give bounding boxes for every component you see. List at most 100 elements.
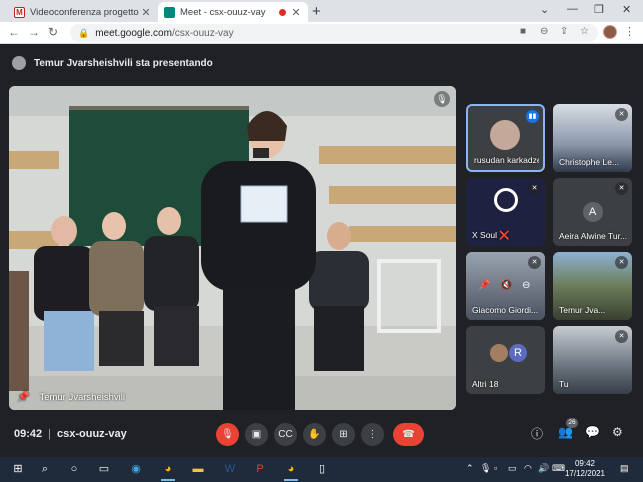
taskbar-clock[interactable]: 09:42 17/12/2021 — [562, 459, 608, 479]
muted-mic-icon: ✕ — [615, 108, 628, 121]
participant-name: Giacomo Giordi... — [472, 305, 539, 315]
classroom-video-frame — [9, 86, 456, 410]
close-tab-icon[interactable]: ✕ — [290, 6, 302, 19]
speaking-indicator-icon: ▮▮ — [526, 110, 539, 123]
participants-overflow-tile[interactable]: R Altri 18 — [466, 326, 545, 394]
meeting-time: 09:42 — [14, 428, 43, 440]
remove-icon[interactable]: ⊖ — [522, 280, 530, 291]
tab-videoconferenza[interactable]: M Videoconferenza progetto interc ✕ — [8, 2, 158, 22]
participant-name: Tu — [559, 379, 569, 389]
tray-expand-icon[interactable]: ⌃ — [466, 463, 474, 474]
self-tile[interactable]: ✕ Tu — [553, 326, 632, 394]
participant-tile[interactable]: ✕ X Soul ❌ — [466, 178, 545, 246]
search-icon[interactable]: ⌕ — [37, 461, 53, 477]
meeting-info: 09:42 | csx-ouuz-vay — [14, 428, 127, 440]
muted-mic-icon: ✕ — [528, 182, 541, 195]
cortana-icon[interactable]: ○ — [66, 461, 82, 477]
mic-off-icon: 🎙 — [221, 429, 234, 440]
camera-toggle-button[interactable]: ▣ — [245, 423, 268, 446]
clock-time: 09:42 — [574, 459, 596, 468]
participant-tile[interactable]: ✕ Christophe Le... — [553, 104, 632, 172]
presenter-avatar — [12, 56, 26, 70]
task-view-icon[interactable]: ▭ — [96, 461, 112, 477]
captions-button[interactable]: CC — [274, 423, 297, 446]
restore-icon[interactable]: ❐ — [594, 3, 604, 16]
minimize-icon[interactable]: — — [567, 3, 578, 15]
chrome-icon[interactable]: ◕ — [160, 461, 176, 481]
more-vert-icon: ⋮ — [367, 429, 378, 440]
activities-icon[interactable]: ⚙ — [612, 425, 623, 439]
participant-tile[interactable]: ✕ A Aeira Alwine Tur... — [553, 178, 632, 246]
meet-favicon-icon — [164, 6, 175, 18]
pin-icon[interactable]: 📌 — [17, 392, 29, 403]
captions-icon: CC — [278, 429, 293, 440]
edge-icon[interactable]: ◉ — [128, 461, 144, 477]
volume-icon[interactable]: 🔊 — [538, 463, 549, 474]
browser-tab-strip: M Videoconferenza progetto interc ✕ Meet… — [0, 0, 643, 22]
main-video[interactable]: 🎙 📌 Temur Jvarsheishvili — [9, 86, 456, 410]
leave-call-button[interactable]: ☎ — [393, 423, 424, 446]
notification-icon[interactable]: ▤ — [620, 463, 629, 474]
more-options-button[interactable]: ⋮ — [361, 423, 384, 446]
camera-permission-icon[interactable]: ■ — [520, 26, 526, 37]
tab-meet[interactable]: Meet - csx-ouuz-vay ✕ — [158, 2, 308, 22]
forward-icon[interactable]: → — [28, 25, 40, 39]
mute-icon[interactable]: 🔇 — [500, 280, 512, 291]
wifi-icon[interactable]: ◠ — [524, 463, 532, 474]
recording-indicator-icon — [279, 8, 286, 16]
new-tab-button[interactable]: + — [312, 3, 321, 20]
presenting-banner: Temur Jvarsheishvili sta presentando — [12, 56, 213, 70]
battery-icon[interactable]: ▭ — [508, 463, 517, 474]
tab-search-icon[interactable]: ⌄ — [540, 3, 549, 16]
zoom-icon[interactable]: ⊖ — [540, 26, 548, 37]
meeting-details-icon[interactable]: ⓘ — [531, 425, 543, 442]
avatar — [490, 344, 508, 362]
chat-icon[interactable]: 💬 — [585, 425, 600, 439]
share-icon[interactable]: ⇪ — [560, 26, 568, 37]
chrome-window-icon[interactable]: ◕ — [283, 461, 299, 481]
participant-name: Temur Jva... — [559, 305, 606, 315]
windows-start-icon[interactable]: ⊞ — [10, 461, 26, 477]
muted-mic-icon: ✕ — [615, 256, 628, 269]
obs-logo-icon — [494, 188, 518, 212]
avatar: R — [509, 344, 527, 362]
muted-mic-icon: 🎙 — [434, 91, 450, 107]
participants-count-badge: 26 — [566, 418, 578, 428]
present-icon: ⊞ — [339, 429, 348, 440]
bookmark-star-icon[interactable]: ☆ — [580, 26, 589, 37]
tray-app-icon[interactable]: ▫ — [494, 463, 497, 473]
mic-toggle-button[interactable]: 🎙 — [216, 423, 239, 446]
tab-title: Meet - csx-ouuz-vay — [180, 6, 266, 18]
word-icon[interactable]: W — [222, 461, 238, 477]
close-window-icon[interactable]: ✕ — [622, 3, 631, 16]
participant-name: X Soul ❌ — [472, 230, 510, 240]
windows-taskbar: ⊞ ⌕ ○ ▭ ◉ ◕ ▬ W P ◕ ▯ ⌃ 🎙 ▫ ▭ ◠ 🔊 ⌨ 09:4… — [0, 457, 643, 482]
file-explorer-icon[interactable]: ▬ — [190, 461, 206, 477]
avatar — [490, 120, 520, 150]
main-speaker-label: 📌 Temur Jvarsheishvili — [17, 392, 125, 403]
powerpoint-icon[interactable]: P — [252, 461, 268, 477]
present-button[interactable]: ⊞ — [332, 423, 355, 446]
address-bar[interactable]: 🔒 meet.google.com/csx-ouuz-vay — [70, 24, 598, 42]
document-icon[interactable]: ▯ — [314, 461, 330, 477]
raise-hand-button[interactable]: ✋ — [303, 423, 326, 446]
pin-icon[interactable]: 📌 — [478, 280, 490, 291]
tab-title: Videoconferenza progetto interc — [30, 6, 140, 18]
camera-icon: ▣ — [251, 429, 262, 440]
main-speaker-name: Temur Jvarsheishvili — [39, 392, 125, 403]
hand-icon: ✋ — [308, 429, 321, 440]
hang-up-icon: ☎ — [402, 429, 415, 440]
reload-icon[interactable]: ↻ — [48, 25, 58, 39]
close-tab-icon[interactable]: ✕ — [140, 6, 152, 19]
back-icon[interactable]: ← — [8, 25, 20, 39]
tray-mic-icon[interactable]: 🎙 — [480, 463, 491, 474]
clock-date: 17/12/2021 — [564, 469, 606, 478]
presenting-text: Temur Jvarsheishvili sta presentando — [34, 57, 213, 69]
participant-tile[interactable]: ✕ Temur Jva... — [553, 252, 632, 320]
browser-menu-icon[interactable]: ⋮ — [624, 25, 635, 38]
profile-avatar[interactable] — [603, 25, 617, 39]
participant-name: rusudan karkadze — [474, 155, 539, 165]
participant-tile[interactable]: ▮▮ rusudan karkadze — [466, 104, 545, 172]
participant-tile[interactable]: ✕ 📌 🔇 ⊖ Giacomo Giordi... — [466, 252, 545, 320]
participant-name: Christophe Le... — [559, 157, 620, 167]
